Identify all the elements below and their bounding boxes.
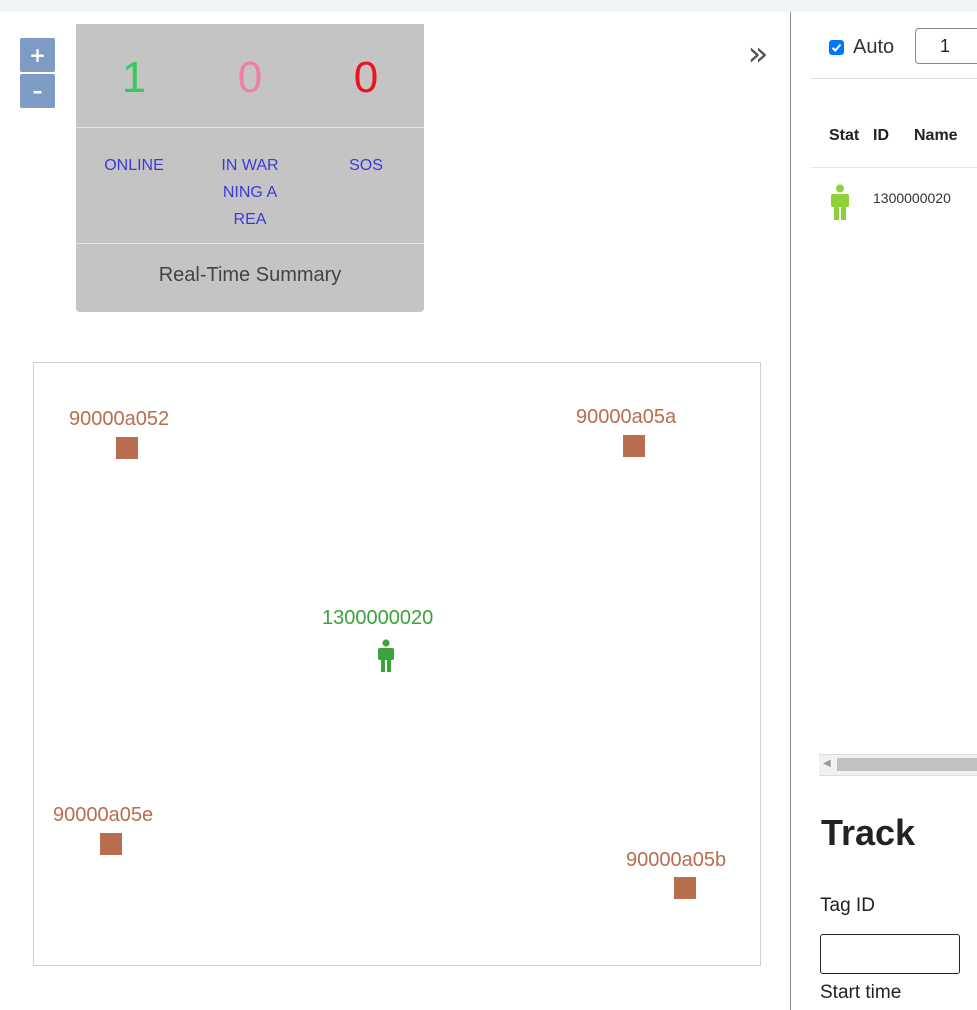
- page-number-input[interactable]: [915, 28, 977, 64]
- online-count: 1: [121, 53, 147, 102]
- person-icon[interactable]: [374, 639, 398, 675]
- column-header-name[interactable]: Name: [914, 127, 958, 145]
- real-time-summary-card: 1 0 0 ONLINE IN WARNING AREA SOS Real-Ti…: [76, 24, 424, 312]
- checkmark-icon: [831, 43, 842, 52]
- zoom-out-button[interactable]: –: [20, 74, 55, 108]
- anchor-label: 90000a05e: [53, 804, 154, 826]
- summary-labels: ONLINE IN WARNING AREA SOS: [76, 128, 424, 244]
- tag-id-input[interactable]: [820, 934, 960, 974]
- table-row-id[interactable]: 1300000020: [873, 190, 951, 206]
- scroll-left-icon[interactable]: ◀: [823, 758, 831, 769]
- anchor-label: 90000a052: [69, 408, 170, 430]
- warning-area-label: IN WARNING AREA: [221, 157, 279, 228]
- track-section-title: Track: [821, 812, 916, 853]
- column-header-id[interactable]: ID: [873, 127, 889, 145]
- auto-refresh-label: Auto: [853, 35, 895, 58]
- map-panel[interactable]: + – 1 0 0 ONLINE IN WARNING AREA SOS Rea…: [0, 12, 790, 1010]
- warning-area-count: 0: [237, 53, 263, 102]
- column-header-stat[interactable]: Stat: [829, 127, 859, 145]
- tag-id-label: Tag ID: [820, 895, 875, 916]
- table-header-divider: [811, 167, 977, 168]
- page: + – 1 0 0 ONLINE IN WARNING AREA SOS Rea…: [0, 0, 977, 1010]
- sos-label: SOS: [349, 157, 383, 174]
- person-icon: [831, 184, 849, 220]
- online-label: ONLINE: [104, 157, 164, 174]
- header-divider: [811, 78, 977, 79]
- tag-list-panel: Auto Stat ID Name 1300000020 ◀ Track Tag…: [791, 12, 977, 1010]
- auto-refresh-control: Auto: [829, 32, 894, 62]
- anchor-marker[interactable]: [100, 833, 122, 855]
- horizontal-scrollbar[interactable]: ◀: [819, 754, 977, 776]
- summary-counts: 1 0 0: [76, 24, 424, 128]
- top-strip: [0, 0, 977, 12]
- zoom-controls: + –: [20, 38, 55, 108]
- scrollbar-thumb[interactable]: [837, 758, 977, 771]
- anchor-marker[interactable]: [674, 877, 696, 899]
- map-canvas[interactable]: 90000a052 90000a05a 90000a05e 90000a05b …: [33, 362, 761, 966]
- start-time-label: Start time: [820, 982, 902, 1003]
- sos-count: 0: [353, 53, 379, 102]
- anchor-label: 90000a05b: [626, 849, 727, 871]
- collapse-panel-icon[interactable]: »: [742, 36, 774, 72]
- anchor-label: 90000a05a: [576, 406, 677, 428]
- auto-refresh-checkbox[interactable]: [829, 39, 844, 55]
- zoom-in-button[interactable]: +: [20, 38, 55, 72]
- anchor-marker[interactable]: [623, 435, 645, 457]
- anchor-marker[interactable]: [116, 437, 138, 459]
- summary-title: Real-Time Summary: [158, 264, 342, 286]
- tag-label: 1300000020: [322, 607, 434, 629]
